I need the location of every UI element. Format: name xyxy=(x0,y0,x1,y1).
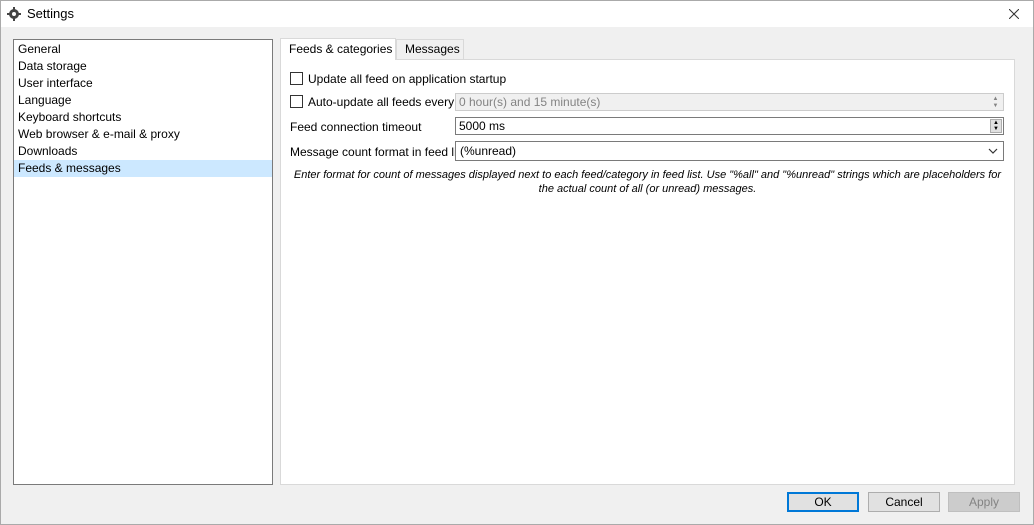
spin-up-icon[interactable]: ▲ xyxy=(989,95,1002,102)
update-on-startup-checkbox[interactable] xyxy=(290,72,303,85)
chevron-down-icon xyxy=(988,148,998,154)
count-format-label: Message count format in feed list xyxy=(290,145,467,159)
timeout-input[interactable]: 5000 ms ▲ ▼ xyxy=(455,117,1004,135)
auto-update-checkbox[interactable] xyxy=(290,95,303,108)
timeout-spinner[interactable]: ▲ ▼ xyxy=(990,119,1002,133)
close-button[interactable] xyxy=(1003,4,1025,24)
category-item-language[interactable]: Language xyxy=(14,92,272,109)
settings-window: Settings General Data storage User inter… xyxy=(0,0,1034,525)
tab-messages[interactable]: Messages xyxy=(396,39,464,60)
ok-button[interactable]: OK xyxy=(787,492,859,512)
category-item-web-browser[interactable]: Web browser & e-mail & proxy xyxy=(14,126,272,143)
auto-update-label: Auto-update all feeds every xyxy=(308,95,455,109)
auto-update-interval-input[interactable]: 0 hour(s) and 15 minute(s) ▲ ▼ xyxy=(455,93,1004,111)
count-format-hint: Enter format for count of messages displ… xyxy=(293,169,1002,195)
category-item-keyboard-shortcuts[interactable]: Keyboard shortcuts xyxy=(14,109,272,126)
auto-update-spinner[interactable]: ▲ ▼ xyxy=(989,95,1002,109)
category-item-data-storage[interactable]: Data storage xyxy=(14,58,272,75)
apply-button[interactable]: Apply xyxy=(948,492,1020,512)
category-item-general[interactable]: General xyxy=(14,41,272,58)
window-title: Settings xyxy=(27,6,74,21)
timeout-value: 5000 ms xyxy=(459,119,506,133)
title-bar: Settings xyxy=(1,1,1033,27)
close-icon xyxy=(1009,9,1019,19)
category-item-feeds-messages[interactable]: Feeds & messages xyxy=(14,160,272,177)
count-format-combo[interactable]: (%unread) xyxy=(455,141,1004,161)
count-format-value: (%unread) xyxy=(460,144,517,158)
feeds-categories-panel: Update all feed on application startup A… xyxy=(280,59,1015,485)
gear-icon xyxy=(7,7,21,21)
cancel-button[interactable]: Cancel xyxy=(868,492,940,512)
tab-feeds-categories[interactable]: Feeds & categories xyxy=(280,38,396,60)
update-on-startup-label: Update all feed on application startup xyxy=(308,72,507,86)
category-item-downloads[interactable]: Downloads xyxy=(14,143,272,160)
spin-down-icon[interactable]: ▼ xyxy=(989,102,1002,109)
category-item-user-interface[interactable]: User interface xyxy=(14,75,272,92)
auto-update-interval-value: 0 hour(s) and 15 minute(s) xyxy=(459,95,601,109)
spin-down-icon[interactable]: ▼ xyxy=(991,126,1001,132)
category-list[interactable]: General Data storage User interface Lang… xyxy=(13,39,273,485)
timeout-label: Feed connection timeout xyxy=(290,120,422,134)
